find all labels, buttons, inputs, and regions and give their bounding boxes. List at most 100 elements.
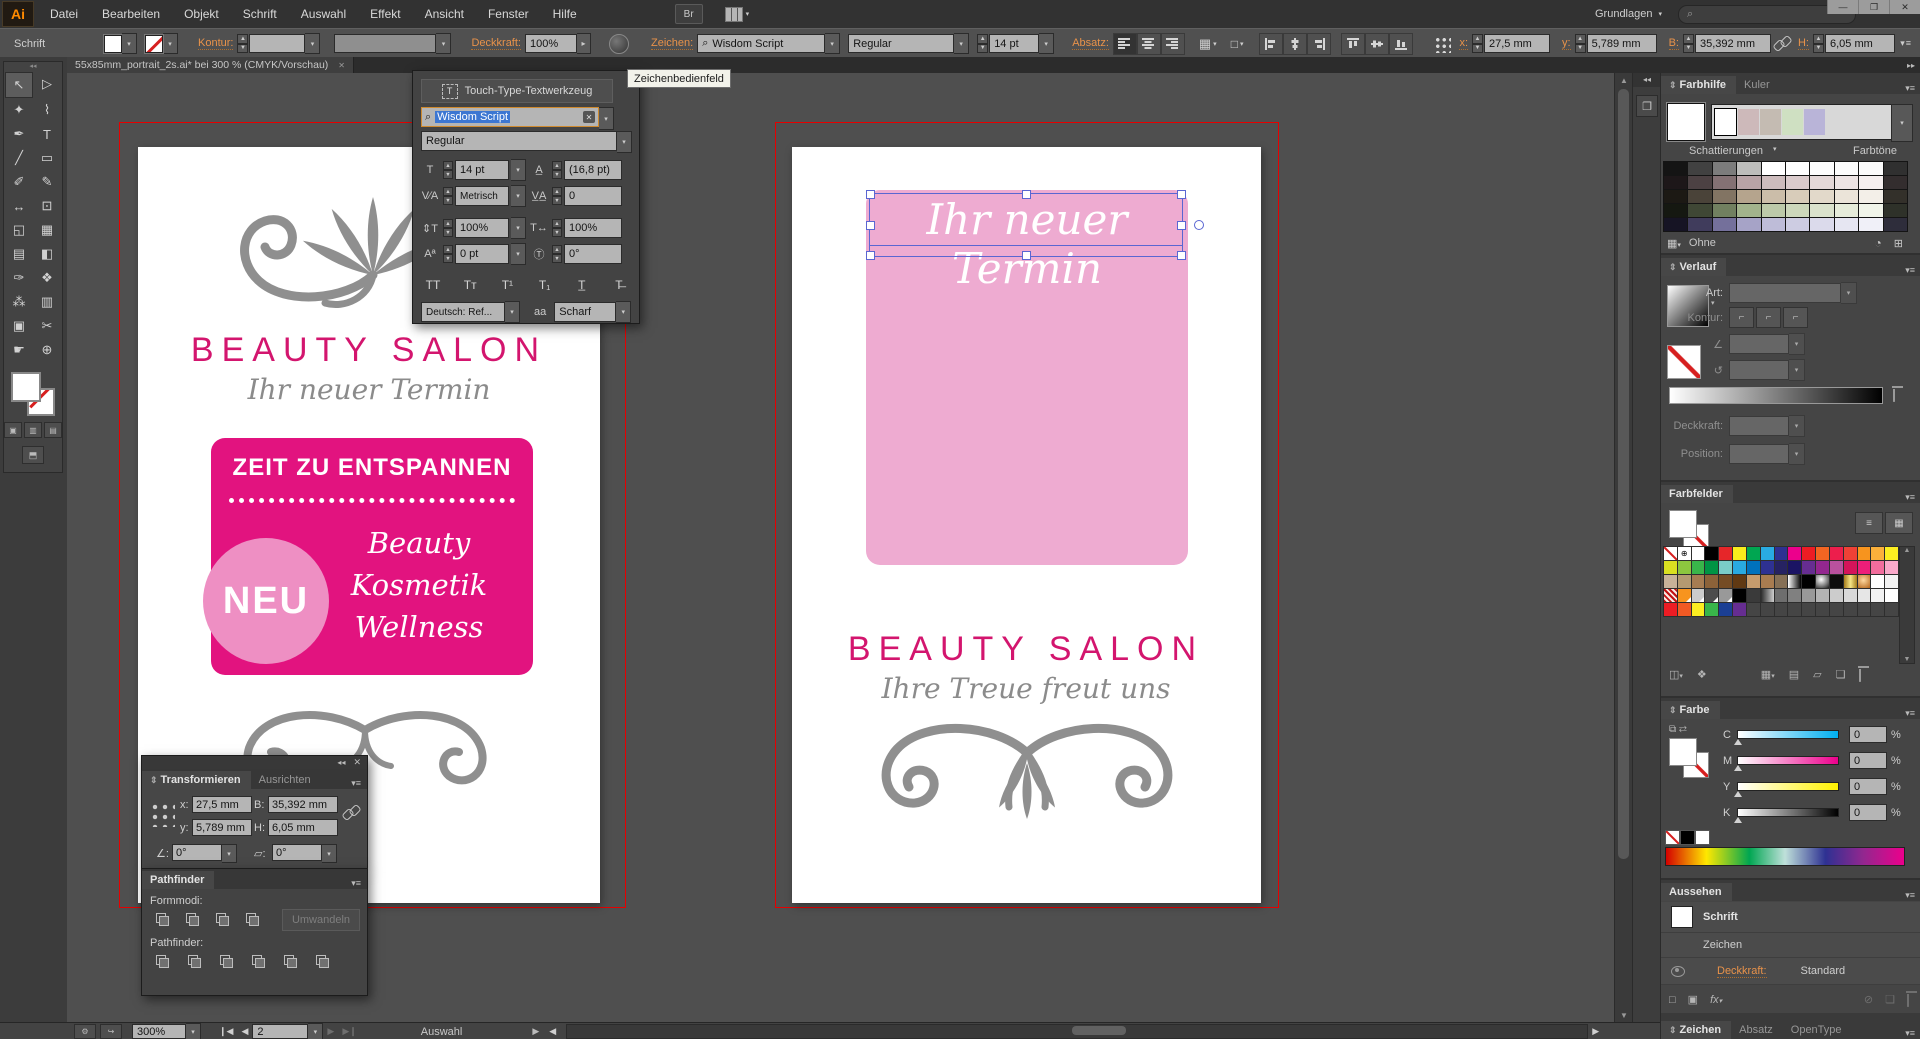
vertical-align-center-button[interactable] — [1365, 33, 1389, 55]
language-dropdown[interactable]: ▾ — [505, 301, 520, 323]
chevron-down-icon[interactable]: ▾ — [1841, 282, 1857, 304]
restore-button[interactable]: ❐ — [1858, 0, 1889, 14]
shade-cell[interactable] — [1786, 190, 1809, 203]
shade-cell[interactable] — [1737, 162, 1760, 175]
rotation-field[interactable]: 0° — [564, 244, 622, 264]
fill-swatch[interactable] — [1669, 738, 1697, 766]
collapse-dock-icon[interactable]: ▸▸ — [1907, 61, 1915, 70]
swatch[interactable] — [1844, 589, 1857, 602]
pink-card-left[interactable]: ZEIT ZU ENTSPANNEN NEU BeautyKosmetikWel… — [211, 438, 533, 675]
swatch[interactable] — [1802, 561, 1815, 574]
pencil-tool[interactable]: ✎ — [33, 170, 61, 194]
fill-stroke-indicator[interactable] — [1669, 510, 1709, 550]
shade-cell[interactable] — [1786, 218, 1809, 231]
opacity-mask-icon[interactable] — [609, 34, 629, 54]
stroke-gradient-within-icon[interactable]: ⌐ — [1729, 307, 1754, 328]
free-transform-tool[interactable]: ⊡ — [33, 194, 61, 218]
color-variation-swatch[interactable] — [1714, 108, 1737, 136]
save-color-group-icon[interactable]: ⊞ — [1894, 237, 1903, 250]
width-tool[interactable]: ↔ — [5, 194, 33, 218]
y-slider[interactable] — [1737, 782, 1839, 791]
sync-settings-icon[interactable]: ⚙ — [74, 1024, 96, 1039]
shade-cell[interactable] — [1835, 218, 1858, 231]
card-script-line[interactable]: Kosmetik — [319, 568, 519, 602]
arrange-documents-icon[interactable]: ▾ — [725, 5, 755, 23]
symbol-sprayer-tool[interactable]: ⁂ — [5, 290, 33, 314]
shade-cell[interactable] — [1713, 204, 1736, 217]
swatch[interactable] — [1802, 575, 1815, 588]
width-field[interactable]: 35,392 mm — [1695, 34, 1771, 53]
selection-handle[interactable] — [866, 190, 875, 199]
swatch[interactable] — [1830, 589, 1843, 602]
artwork-subtitle-left[interactable]: Ihr neuer Termin — [169, 373, 569, 406]
chevron-down-icon[interactable]: ▾ — [1789, 359, 1805, 381]
swatch[interactable] — [1858, 589, 1871, 602]
swatch[interactable] — [1802, 589, 1815, 602]
k-value-field[interactable]: 0 — [1849, 804, 1887, 821]
swatch[interactable] — [1830, 547, 1843, 560]
tab-opentype[interactable]: OpenType — [1783, 1021, 1852, 1039]
scroll-right-icon[interactable]: ▶ — [1592, 1026, 1599, 1037]
selection-handle[interactable] — [1177, 221, 1186, 230]
x-position-field[interactable]: 27,5 mm — [1484, 34, 1550, 53]
swatch[interactable] — [1678, 603, 1691, 616]
shade-cell[interactable] — [1762, 218, 1785, 231]
swatch[interactable] — [1733, 575, 1746, 588]
shade-cell[interactable] — [1859, 204, 1882, 217]
gradient-tool[interactable]: ◧ — [33, 242, 61, 266]
shade-cell[interactable] — [1688, 204, 1711, 217]
limit-colors-icon[interactable]: ▦▾ — [1667, 237, 1681, 250]
line-segment-tool[interactable]: ╱ — [5, 146, 33, 170]
magic-wand-tool[interactable]: ✦ — [5, 98, 33, 122]
size-field[interactable]: 14 pt — [455, 160, 509, 180]
card-heading[interactable]: ZEIT ZU ENTSPANNEN — [211, 454, 533, 482]
tab-transformieren[interactable]: ⇕Transformieren — [142, 771, 251, 789]
intersect-button[interactable] — [210, 909, 234, 929]
color-themes-icon[interactable]: ❖ — [1697, 668, 1707, 681]
shade-cell[interactable] — [1688, 218, 1711, 231]
kerning-field[interactable]: Metrisch — [455, 186, 509, 206]
swatch-options-icon[interactable]: ▤ — [1789, 668, 1799, 681]
slice-tool[interactable]: ✂ — [33, 314, 61, 338]
swatch[interactable] — [1761, 561, 1774, 574]
shade-cell[interactable] — [1835, 162, 1858, 175]
stroke-weight-dropdown[interactable]: ▾ — [305, 33, 320, 54]
new-swatch-icon[interactable]: ❏ — [1836, 668, 1846, 681]
vertical-scroll-thumb[interactable] — [1618, 89, 1629, 859]
delete-swatch-icon[interactable] — [1859, 669, 1861, 681]
selection-handle[interactable] — [1177, 251, 1186, 260]
swatch[interactable] — [1871, 561, 1884, 574]
ornament-bottom-right[interactable] — [855, 715, 1200, 840]
tab-pathfinder[interactable]: Pathfinder — [142, 871, 214, 889]
stroke-panel-link[interactable]: Kontur: — [198, 37, 233, 50]
neu-badge[interactable]: NEU — [203, 538, 329, 664]
all-caps-button[interactable]: TT — [421, 275, 445, 295]
scroll-up-icon[interactable]: ▲ — [1615, 73, 1633, 87]
baseline-stepper[interactable]: ▲▼ — [443, 245, 453, 263]
menu-fenster[interactable]: Fenster — [476, 0, 541, 28]
shade-cell[interactable] — [1884, 204, 1907, 217]
opacity-dropdown[interactable]: ▸ — [577, 33, 591, 54]
constrain-icon[interactable] — [344, 805, 359, 820]
menu-ansicht[interactable]: Ansicht — [413, 0, 476, 28]
new-color-group-icon[interactable]: ▱ — [1813, 668, 1821, 681]
font-family-dropdown[interactable]: ▾ — [825, 33, 840, 54]
shade-cell[interactable] — [1737, 176, 1760, 189]
selection-handle[interactable] — [1177, 190, 1186, 199]
y-position-label[interactable]: y: — [1562, 37, 1571, 50]
swatch[interactable] — [1830, 561, 1843, 574]
color-variations-strip[interactable] — [1711, 104, 1893, 140]
align-to-selection-icon[interactable]: □ — [1231, 37, 1238, 51]
font-size-field[interactable]: 14 pt — [989, 34, 1039, 53]
paintbrush-tool[interactable]: ✐ — [5, 170, 33, 194]
umwandeln-button[interactable]: Umwandeln — [282, 909, 360, 931]
horizontal-align-center-button[interactable] — [1283, 33, 1307, 55]
shade-cell[interactable] — [1713, 190, 1736, 203]
shade-cell[interactable] — [1664, 204, 1687, 217]
control-panel-menu-icon[interactable]: ▾≡ — [1900, 38, 1912, 49]
swatch[interactable] — [1788, 547, 1801, 560]
selection-handle[interactable] — [866, 251, 875, 260]
vertical-align-bottom-button[interactable] — [1389, 33, 1413, 55]
swatch[interactable] — [1664, 589, 1677, 602]
align-left-button[interactable] — [1113, 33, 1137, 55]
